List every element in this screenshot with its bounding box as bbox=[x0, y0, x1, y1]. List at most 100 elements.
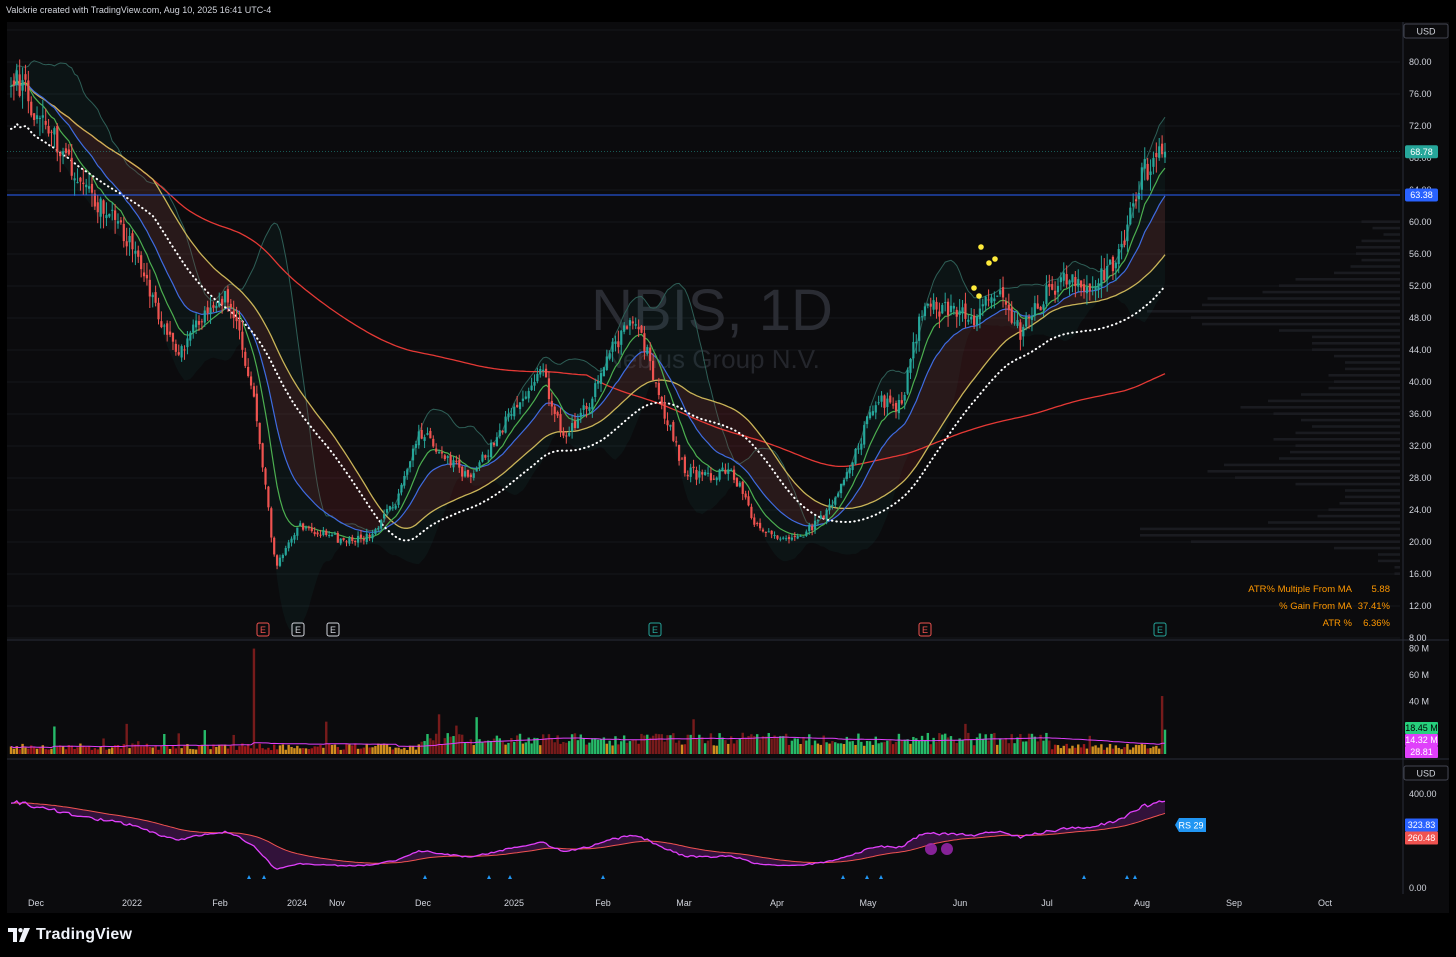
volume-profile-bar bbox=[1235, 476, 1400, 479]
candle-body bbox=[325, 530, 328, 536]
volume-bar bbox=[1013, 743, 1016, 754]
last-price-label: 68.78 bbox=[1410, 147, 1433, 157]
signal-dot bbox=[978, 244, 984, 250]
candle-body bbox=[811, 526, 814, 531]
candle-body bbox=[544, 368, 548, 378]
candle-body bbox=[414, 443, 418, 448]
candle-body bbox=[993, 298, 996, 302]
volume-bar bbox=[463, 743, 467, 754]
volume-profile-bar bbox=[1328, 374, 1400, 377]
candle-body bbox=[579, 412, 582, 418]
candle-body bbox=[406, 469, 409, 475]
stat-value: 37.41% bbox=[1358, 601, 1391, 612]
candle-body bbox=[675, 441, 678, 443]
candle-body bbox=[122, 223, 125, 242]
candle-body bbox=[64, 148, 68, 153]
candle-body bbox=[1134, 199, 1138, 202]
volume-bar bbox=[1134, 744, 1138, 754]
candle-body bbox=[93, 193, 96, 207]
volume-bar bbox=[492, 738, 496, 754]
volume-bar bbox=[481, 742, 484, 754]
candle-body bbox=[345, 541, 348, 543]
candle-body bbox=[516, 404, 519, 408]
volume-bar bbox=[220, 744, 224, 754]
candle-body bbox=[307, 527, 310, 529]
candle-body bbox=[394, 505, 397, 509]
candle-body bbox=[85, 184, 88, 188]
candle-body bbox=[1016, 320, 1019, 326]
volume-bar bbox=[660, 734, 663, 754]
candle-body bbox=[787, 536, 791, 540]
candle-body bbox=[744, 493, 747, 498]
candle-body bbox=[999, 290, 1002, 295]
price-chart[interactable]: NBIS, 1D Nebius Group N.V. EEEEEE ATR% M… bbox=[7, 22, 1449, 913]
volume-bar bbox=[831, 741, 834, 754]
candle-body bbox=[785, 538, 788, 540]
candle-body bbox=[802, 536, 805, 538]
rs-signal-marker bbox=[262, 875, 266, 879]
earnings-markers[interactable]: EEEEEE bbox=[256, 622, 1167, 637]
volume-bar bbox=[197, 745, 201, 754]
volume-bar bbox=[949, 736, 953, 754]
volume-bar bbox=[452, 736, 455, 754]
volume-bar bbox=[229, 745, 233, 754]
candle-body bbox=[463, 471, 467, 477]
signal-dot bbox=[992, 256, 998, 262]
volume-bar bbox=[712, 745, 716, 754]
candle-body bbox=[504, 416, 507, 433]
volume-bar bbox=[536, 738, 539, 754]
time-tick: Feb bbox=[212, 898, 228, 908]
candle-body bbox=[1025, 316, 1028, 327]
candle-body bbox=[805, 531, 808, 536]
candle-body bbox=[160, 321, 163, 328]
candle-body bbox=[683, 456, 686, 474]
candle-body bbox=[261, 443, 264, 468]
volume-bar bbox=[689, 734, 692, 754]
volume-tick: 80 M bbox=[1409, 644, 1429, 654]
candle-body bbox=[409, 461, 412, 468]
volume-bar bbox=[449, 736, 452, 754]
volume-bar bbox=[643, 735, 646, 754]
volume-bar bbox=[585, 744, 588, 754]
candle-body bbox=[570, 423, 574, 432]
candle-body bbox=[1030, 316, 1034, 320]
candle-body bbox=[837, 493, 840, 497]
volume-bar bbox=[984, 734, 987, 754]
candle-body bbox=[906, 369, 909, 394]
volume-bar bbox=[73, 748, 76, 754]
volume-profile-bar bbox=[1394, 572, 1400, 575]
candle-body bbox=[192, 324, 195, 333]
candle-body bbox=[189, 332, 192, 341]
volume-bar bbox=[244, 746, 247, 754]
tradingview-logo[interactable]: TradingView bbox=[8, 926, 132, 944]
volume-tick: 40 M bbox=[1409, 696, 1429, 706]
volume-bar bbox=[553, 742, 556, 754]
volume-bar bbox=[796, 738, 799, 754]
rs-highlight-dot bbox=[941, 843, 953, 855]
volume-bar bbox=[226, 748, 230, 754]
candle-body bbox=[475, 468, 478, 472]
volume-profile bbox=[1140, 220, 1400, 575]
volume-bar bbox=[565, 742, 568, 754]
candle-body bbox=[692, 466, 695, 469]
candle-body bbox=[322, 531, 325, 536]
chart-area[interactable]: NBIS, 1D Nebius Group N.V. EEEEEE ATR% M… bbox=[7, 22, 1449, 913]
candle-body bbox=[1111, 256, 1115, 272]
candle-body bbox=[484, 455, 487, 458]
volume-bar bbox=[1126, 743, 1129, 754]
volume-bar bbox=[394, 747, 397, 754]
candle-body bbox=[313, 532, 316, 535]
volume-bar bbox=[1091, 746, 1094, 754]
volume-bar bbox=[570, 734, 574, 754]
candle-body bbox=[1094, 286, 1097, 291]
credit-text: Valckrie created with TradingView.com, A… bbox=[6, 5, 272, 15]
candle-body bbox=[750, 506, 753, 518]
rs-signal-marker bbox=[601, 875, 605, 879]
volume-label: 28.81 bbox=[1410, 747, 1433, 757]
candle-body bbox=[842, 479, 846, 485]
candle-body bbox=[903, 394, 906, 401]
volume-bar bbox=[469, 739, 473, 754]
volume-bar bbox=[981, 738, 984, 754]
volume-profile-bar bbox=[1328, 508, 1400, 511]
candle-body bbox=[1013, 322, 1016, 324]
